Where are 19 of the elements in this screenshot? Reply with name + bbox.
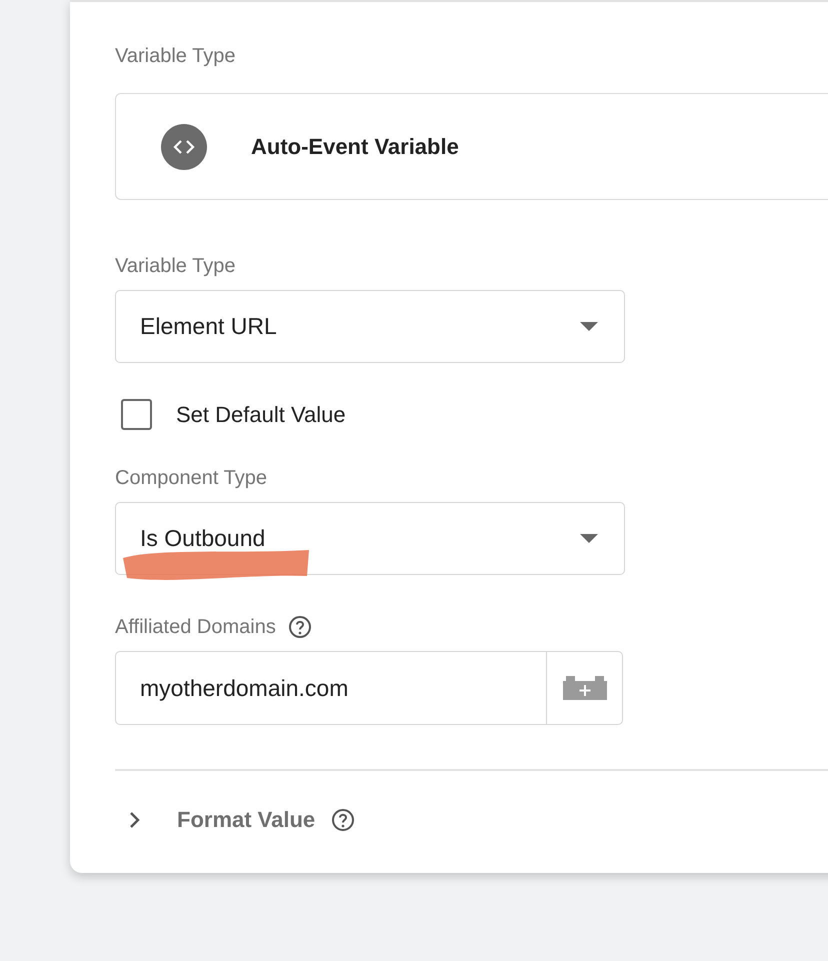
chevron-right-icon bbox=[129, 810, 141, 828]
checkbox[interactable] bbox=[121, 399, 152, 430]
add-variable-button[interactable] bbox=[547, 651, 623, 725]
checkbox-label: Set Default Value bbox=[176, 402, 346, 428]
code-icon bbox=[161, 124, 207, 170]
add-block-icon bbox=[562, 676, 606, 700]
help-icon[interactable] bbox=[331, 808, 356, 832]
input-field[interactable]: myotherdomain.com bbox=[115, 651, 547, 725]
caret-icon bbox=[580, 534, 598, 544]
variable-type-selector[interactable]: Auto-Event Variable bbox=[115, 93, 828, 200]
variable-type-name: Auto-Event Variable bbox=[251, 134, 459, 160]
field-label: Affiliated Domains bbox=[115, 615, 276, 639]
caret-icon bbox=[580, 322, 598, 332]
field-label: Variable Type bbox=[115, 44, 236, 68]
format-value-toggle[interactable]: Format Value bbox=[115, 806, 316, 832]
help-icon[interactable] bbox=[288, 615, 312, 639]
variable-type-dropdown[interactable]: Element URL bbox=[115, 290, 625, 363]
field-label: Component Type bbox=[115, 466, 267, 490]
field-label: Variable Type bbox=[115, 254, 236, 278]
